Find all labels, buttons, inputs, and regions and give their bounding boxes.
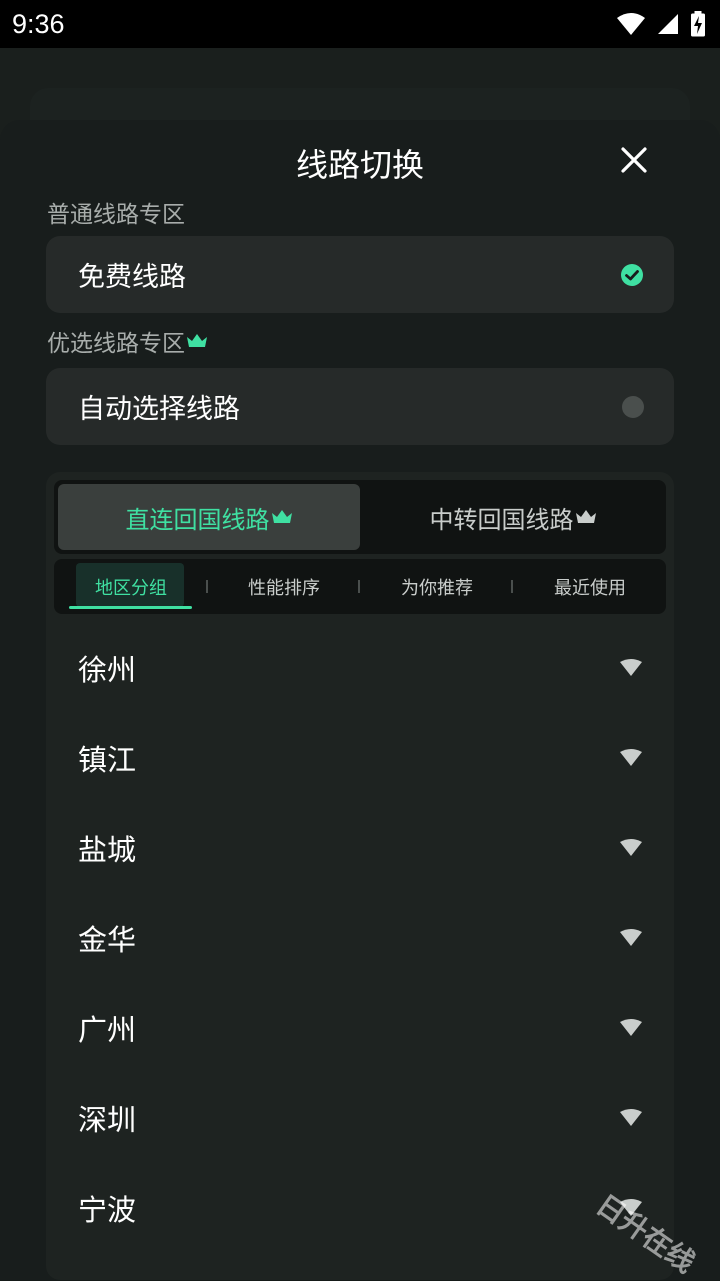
wifi-signal-icon xyxy=(620,839,642,856)
radio-off-icon xyxy=(622,395,644,418)
close-button[interactable] xyxy=(612,138,656,182)
subtab-recent[interactable]: 最近使用 xyxy=(514,559,666,614)
city-name: 镇江 xyxy=(78,743,137,777)
wifi-signal-icon xyxy=(620,1019,642,1036)
status-time: 9:36 xyxy=(12,8,65,39)
cellular-signal-icon xyxy=(658,14,678,34)
normal-section-text: 普通线路专区 xyxy=(47,202,185,228)
city-row[interactable]: 盐城 xyxy=(46,803,674,893)
crown-icon xyxy=(187,334,207,347)
tab-direct-label: 直连回国线路 xyxy=(125,505,270,534)
crown-icon xyxy=(271,510,292,523)
premium-section-label: 优选线路专区 xyxy=(47,324,208,358)
wifi-signal-icon xyxy=(620,659,642,676)
status-bar: 9:36 xyxy=(0,0,720,48)
city-name: 盐城 xyxy=(78,833,137,867)
city-name: 金华 xyxy=(78,923,137,957)
subtab-divider xyxy=(511,580,513,593)
subtab-performance-label: 性能排序 xyxy=(248,577,320,599)
tab-relay-label: 中转回国线路 xyxy=(429,505,574,534)
subtab-region-label: 地区分组 xyxy=(95,577,167,599)
status-icons xyxy=(616,11,706,37)
close-icon xyxy=(621,147,647,173)
subtab-recent-label: 最近使用 xyxy=(554,577,626,599)
wifi-icon xyxy=(617,13,645,35)
subtab-performance[interactable]: 性能排序 xyxy=(210,559,358,614)
subtab-divider xyxy=(358,580,360,593)
battery-charging-icon xyxy=(691,11,705,37)
crown-icon xyxy=(575,510,596,523)
wifi-signal-icon xyxy=(620,749,642,766)
city-name: 深圳 xyxy=(78,1103,137,1137)
subtab-recommended-label: 为你推荐 xyxy=(401,577,473,599)
free-line-label: 免费线路 xyxy=(78,262,186,293)
subtab-recommended[interactable]: 为你推荐 xyxy=(362,559,512,614)
wifi-signal-icon xyxy=(620,929,642,946)
subtab-divider xyxy=(206,580,208,593)
tab-relay-lines[interactable]: 中转回国线路 xyxy=(362,484,664,550)
free-line-option[interactable]: 免费线路 xyxy=(46,236,674,313)
wifi-signal-icon xyxy=(620,1109,642,1126)
city-name: 宁波 xyxy=(78,1193,137,1227)
city-row[interactable]: 镇江 xyxy=(46,713,674,803)
auto-line-option[interactable]: 自动选择线路 xyxy=(46,368,674,445)
auto-line-label: 自动选择线路 xyxy=(78,394,240,425)
city-row[interactable]: 深圳 xyxy=(46,1073,674,1163)
tab-direct-lines[interactable]: 直连回国线路 xyxy=(58,484,360,550)
city-name: 徐州 xyxy=(78,653,137,687)
normal-section-label: 普通线路专区 xyxy=(47,195,185,229)
city-row[interactable]: 金华 xyxy=(46,893,674,983)
city-row[interactable]: 宁波 xyxy=(46,1163,674,1253)
city-row[interactable]: 广州 xyxy=(46,983,674,1073)
city-name: 广州 xyxy=(78,1013,137,1047)
city-row[interactable]: 徐州 xyxy=(46,623,674,713)
premium-section-text: 优选线路专区 xyxy=(47,331,185,357)
subtab-region-group[interactable]: 地区分组 xyxy=(58,559,204,614)
check-circle-icon xyxy=(621,263,643,286)
